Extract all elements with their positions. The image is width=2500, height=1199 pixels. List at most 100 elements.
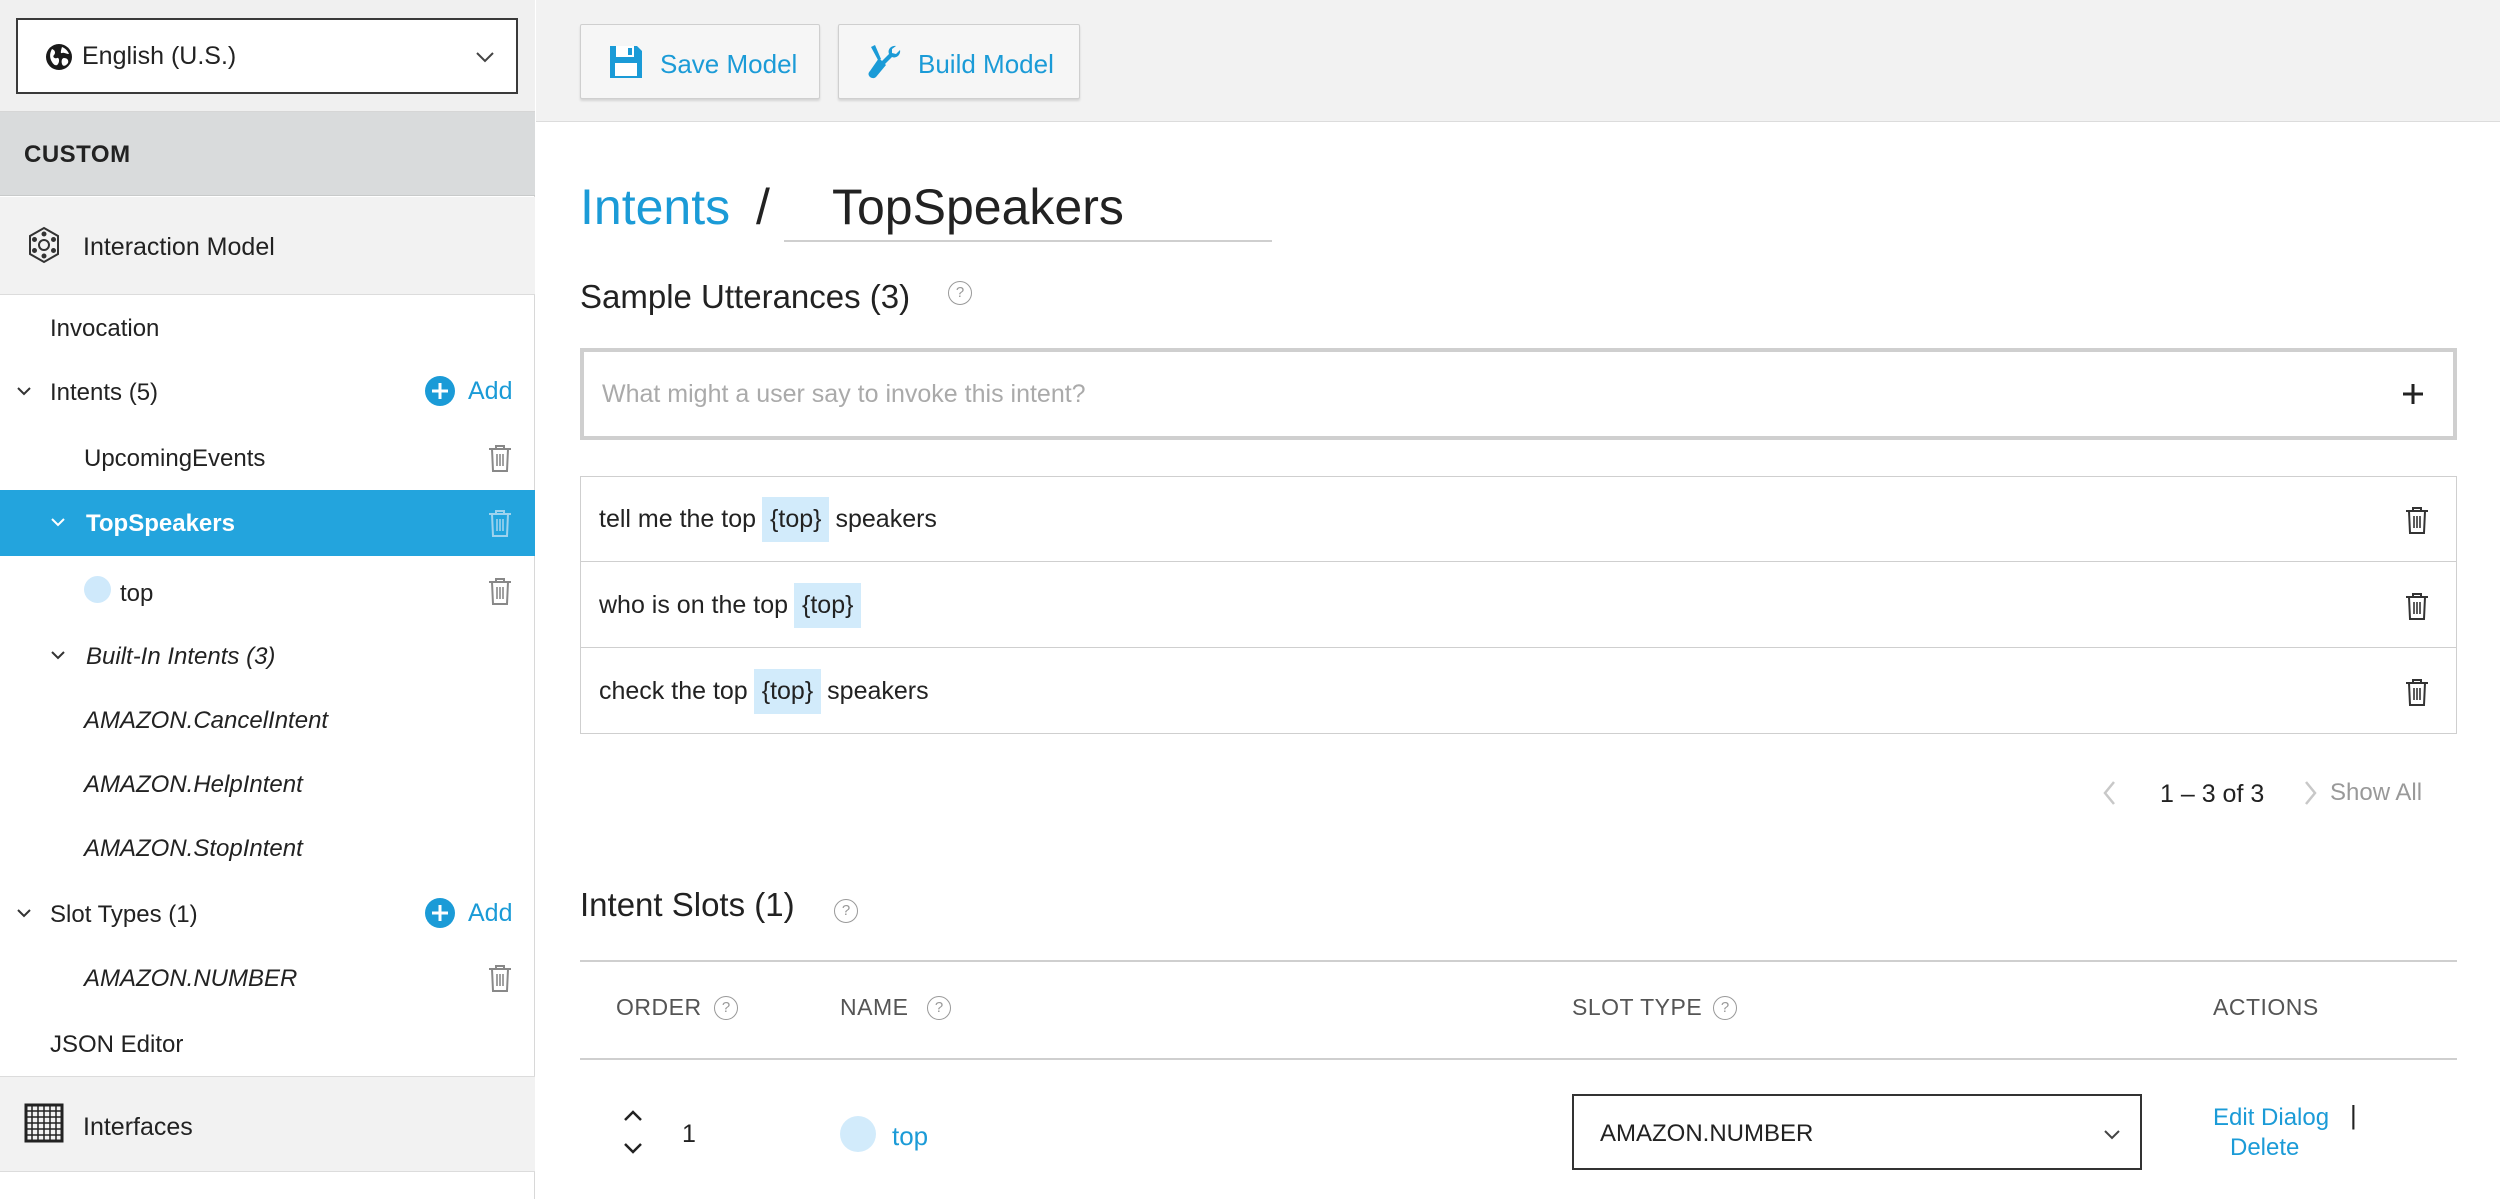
sidebar-item-upcoming-events[interactable]: UpcomingEvents xyxy=(0,425,535,489)
help-icon[interactable]: ? xyxy=(1713,996,1737,1020)
slot-type-value: AMAZON.NUMBER xyxy=(1600,1120,1814,1147)
breadcrumb-separator: / xyxy=(756,179,770,235)
sidebar-item-amazon-number[interactable]: AMAZON.NUMBER xyxy=(0,945,535,1009)
utterance-text-before: tell me the top xyxy=(599,505,757,533)
chevron-left-icon[interactable] xyxy=(2100,778,2120,808)
slot-dot-icon xyxy=(840,1116,876,1152)
utterance-text: tell me the top {top} speakers xyxy=(599,497,937,542)
sidebar-item-json-editor[interactable]: JSON Editor xyxy=(0,1011,535,1075)
built-in-intents-label: Built-In Intents (3) xyxy=(86,643,276,670)
help-icon[interactable]: ? xyxy=(834,899,858,923)
intent-slots-title: Intent Slots (1) xyxy=(580,886,795,923)
utterance-row[interactable]: who is on the top {top} xyxy=(581,563,2456,648)
chevron-right-icon[interactable] xyxy=(2300,778,2320,808)
build-model-button[interactable]: Build Model xyxy=(838,24,1080,99)
utterance-row[interactable]: tell me the top {top} speakers xyxy=(581,477,2456,562)
trash-icon[interactable] xyxy=(2404,677,2430,707)
plus-icon[interactable] xyxy=(2395,376,2431,412)
utterance-text-before: check the top xyxy=(599,677,748,705)
language-select[interactable]: English (U.S.) xyxy=(16,18,518,94)
sidebar-item-interaction-model[interactable]: Interaction Model xyxy=(0,197,535,295)
column-header-name: NAME xyxy=(840,994,909,1020)
slot-type-label: AMAZON.NUMBER xyxy=(84,965,298,992)
globe-icon xyxy=(46,44,72,70)
pagination-range: 1 – 3 of 3 xyxy=(2160,780,2265,808)
json-editor-label: JSON Editor xyxy=(50,1031,184,1058)
utterance-list: tell me the top {top} speakers who is on… xyxy=(580,476,2457,734)
help-icon[interactable]: ? xyxy=(927,996,951,1020)
intent-name-field[interactable]: TopSpeakers xyxy=(832,178,1124,236)
chevron-down-icon[interactable] xyxy=(14,903,34,923)
intent-name-underline xyxy=(784,240,1272,242)
show-all-button[interactable]: Show All xyxy=(2330,779,2422,807)
delete-slot-link[interactable]: Delete xyxy=(2230,1134,2299,1162)
chevron-down-icon[interactable] xyxy=(48,645,68,665)
add-slot-type-label: Add xyxy=(468,898,513,927)
breadcrumb-intents-link[interactable]: Intents xyxy=(580,179,730,235)
slots-divider xyxy=(580,1058,2457,1060)
sidebar-item-top-speakers[interactable]: TopSpeakers xyxy=(0,490,535,556)
sample-utterances-title: Sample Utterances (3) xyxy=(580,278,911,315)
sidebar-item-interfaces[interactable]: Interfaces xyxy=(0,1076,535,1172)
sidebar-item-slot-top[interactable]: top xyxy=(0,558,535,622)
slots-divider xyxy=(580,960,2457,962)
builtin-intent-label: AMAZON.HelpIntent xyxy=(84,771,303,798)
slot-type-select[interactable]: AMAZON.NUMBER xyxy=(1572,1094,2142,1170)
utterance-input-box xyxy=(580,348,2457,440)
slot-name-link[interactable]: top xyxy=(892,1121,928,1152)
sidebar-item-cancel-intent[interactable]: AMAZON.CancelIntent xyxy=(0,687,535,751)
slot-types-label: Slot Types (1) xyxy=(50,901,198,928)
toolbar: Save Model Build Model xyxy=(536,0,2500,122)
trash-icon[interactable] xyxy=(2404,591,2430,621)
add-slot-type-button[interactable]: Add xyxy=(424,897,512,929)
slot-token[interactable]: {top} xyxy=(753,669,822,714)
save-model-button[interactable]: Save Model xyxy=(580,24,820,99)
help-icon[interactable]: ? xyxy=(948,281,972,305)
slot-token[interactable]: {top} xyxy=(794,583,862,628)
intents-label: Intents (5) xyxy=(50,379,159,406)
slot-token[interactable]: {top} xyxy=(762,497,830,542)
utterance-text-after: speakers xyxy=(827,677,929,705)
grid-icon xyxy=(24,1103,64,1143)
sidebar-item-stop-intent[interactable]: AMAZON.StopIntent xyxy=(0,815,535,879)
pagination: 1 – 3 of 3 Show All xyxy=(2100,772,2460,816)
trash-icon[interactable] xyxy=(2404,505,2430,535)
add-intent-button[interactable]: Add xyxy=(424,375,512,407)
main-content: Intents / TopSpeakers Sample Utterances … xyxy=(536,122,2500,1199)
sidebar-item-intents[interactable]: Intents (5) Add xyxy=(0,359,535,423)
sidebar-item-built-in-intents[interactable]: Built-In Intents (3) xyxy=(0,623,535,687)
edit-dialog-link[interactable]: Edit Dialog xyxy=(2213,1104,2329,1132)
breadcrumb: Intents / TopSpeakers xyxy=(580,178,1124,236)
reorder-arrows-icon[interactable] xyxy=(620,1102,646,1162)
slot-label: top xyxy=(120,580,154,607)
sidebar: English (U.S.) CUSTOM Interaction Model … xyxy=(0,0,535,1199)
save-model-label: Save Model xyxy=(660,49,798,79)
sidebar-item-invocation[interactable]: Invocation xyxy=(0,295,535,359)
interfaces-label: Interfaces xyxy=(83,1113,193,1141)
intent-label: UpcomingEvents xyxy=(84,445,266,472)
trash-icon[interactable] xyxy=(486,508,514,538)
trash-icon[interactable] xyxy=(486,576,514,606)
utterance-text-before: who is on the top xyxy=(599,591,789,619)
build-model-label: Build Model xyxy=(918,49,1054,79)
utterance-row[interactable]: check the top {top} speakers xyxy=(581,649,2456,734)
column-header-order: ORDER xyxy=(616,994,702,1020)
add-intent-label: Add xyxy=(468,376,513,405)
section-title: CUSTOM xyxy=(24,141,131,168)
column-header-slot-type: SLOT TYPE xyxy=(1572,994,1703,1020)
slot-dot-icon xyxy=(84,576,111,603)
builtin-intent-label: AMAZON.StopIntent xyxy=(84,835,303,862)
trash-icon[interactable] xyxy=(486,443,514,473)
plus-circle-icon xyxy=(425,376,455,406)
chevron-down-icon[interactable] xyxy=(48,512,68,532)
utterance-input[interactable] xyxy=(602,370,2302,418)
builtin-intent-label: AMAZON.CancelIntent xyxy=(84,707,329,734)
trash-icon[interactable] xyxy=(486,963,514,993)
help-icon[interactable]: ? xyxy=(714,996,738,1020)
sidebar-item-slot-types[interactable]: Slot Types (1) Add xyxy=(0,881,535,945)
slot-order: 1 xyxy=(682,1120,696,1148)
chevron-down-icon[interactable] xyxy=(14,381,34,401)
sidebar-item-help-intent[interactable]: AMAZON.HelpIntent xyxy=(0,751,535,815)
column-header-actions: ACTIONS xyxy=(2213,994,2319,1020)
action-separator: | xyxy=(2350,1100,2357,1130)
